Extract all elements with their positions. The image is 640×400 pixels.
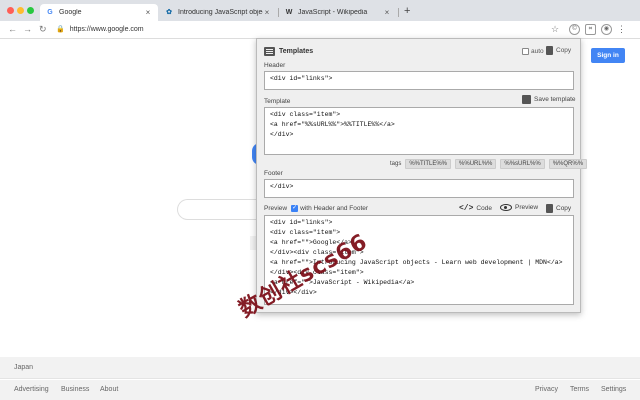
close-icon[interactable]: × [263,8,271,17]
wikipedia-favicon-icon: W [285,8,293,16]
profile-icon[interactable]: ◉ [601,24,612,35]
maximize-window-button[interactable] [27,7,34,14]
tab-title: JavaScript - Wikipedia [298,9,368,16]
tag-surl[interactable]: %%sURL%% [500,159,545,169]
reload-icon[interactable]: ↻ [39,24,47,35]
plus-icon[interactable]: + [404,6,410,17]
footer-country-bar: Japan [0,357,640,379]
templates-icon [264,47,275,56]
tag-url[interactable]: %%URL%% [455,159,497,169]
template-textarea[interactable]: <div class="item"> <a href="%%sURL%%">%%… [264,107,574,155]
search-input[interactable] [177,199,267,220]
browser-toolbar: ← → ↻ 🔒 https://www.google.com ☆ © ⌗ ◉ ⋮ [0,21,640,39]
tag-qr[interactable]: %%QR%% [548,159,588,169]
forward-arrow-icon[interactable]: → [23,24,32,34]
footer-link-settings[interactable]: Settings [601,386,626,393]
popup-title: Templates [264,47,313,56]
close-icon[interactable]: × [144,8,152,17]
sign-in-button[interactable]: Sign in [591,48,625,63]
footer-link-terms[interactable]: Terms [570,386,589,393]
star-icon[interactable]: ☆ [551,24,559,35]
minimize-window-button[interactable] [17,7,24,14]
footer-link-privacy[interactable]: Privacy [535,386,558,393]
copy-icon [546,204,553,213]
google-favicon-icon: G [47,8,53,16]
lock-icon: 🔒 [56,26,65,33]
preview-button[interactable]: Preview [500,204,538,211]
tag-title[interactable]: %%TITLE%% [405,159,452,169]
preview-label: Preview [264,205,288,212]
tab-mdn[interactable]: ✿ Introducing JavaScript objects × [159,4,277,21]
close-icon[interactable]: × [383,8,391,17]
header-textarea[interactable]: <div id="links"> [264,71,574,90]
code-button[interactable]: </> Code [459,204,492,213]
footer-links-bar: Advertising Business About Privacy Terms… [0,380,640,400]
footer-label: Footer [264,170,283,177]
extension-templates-icon[interactable]: ⌗ [585,24,596,35]
preview-copy-button[interactable]: Copy [546,204,571,213]
tags-row: tags %%TITLE%% %%URL%% %%sURL%% %%QR%% [390,159,588,169]
footer-link-business[interactable]: Business [61,386,89,393]
copy-button[interactable]: Copy [546,46,571,55]
with-header-footer-checkbox[interactable]: ✓ [291,205,299,212]
tab-wikipedia[interactable]: W JavaScript - Wikipedia × [279,4,397,21]
copy-icon [546,46,553,55]
menu-icon[interactable]: ⋮ [617,24,626,35]
extension-icon[interactable]: © [569,24,580,35]
footer-textarea[interactable]: </div> [264,179,574,198]
tab-strip: G Google × ✿ Introducing JavaScript obje… [0,0,640,21]
back-arrow-icon[interactable]: ← [8,24,17,34]
address-bar[interactable]: 🔒 https://www.google.com [56,24,566,36]
auto-checkbox[interactable]: auto [522,48,544,55]
template-label: Template [264,98,291,105]
tags-label: tags [390,161,402,167]
save-template-button[interactable]: Save template [522,95,576,104]
tab-google[interactable]: G Google × [40,4,158,21]
code-icon: </> [459,204,474,213]
preview-header: Preview ✓ with Header and Footer [264,205,368,212]
save-icon [522,95,531,104]
country-text: Japan [14,364,34,371]
checkbox-icon[interactable] [522,48,529,55]
with-header-footer-label: with Header and Footer [300,205,369,212]
footer-link-about[interactable]: About [100,386,118,393]
mdn-favicon-icon: ✿ [166,8,172,16]
url-text: https://www.google.com [69,26,144,33]
tab-title: Introducing JavaScript objects [178,9,263,16]
tab-title: Google [59,9,82,16]
footer-link-advertising[interactable]: Advertising [14,386,49,393]
tab-separator [398,8,399,17]
eye-icon [500,204,512,211]
header-label: Header [264,62,286,69]
close-window-button[interactable] [7,7,14,14]
